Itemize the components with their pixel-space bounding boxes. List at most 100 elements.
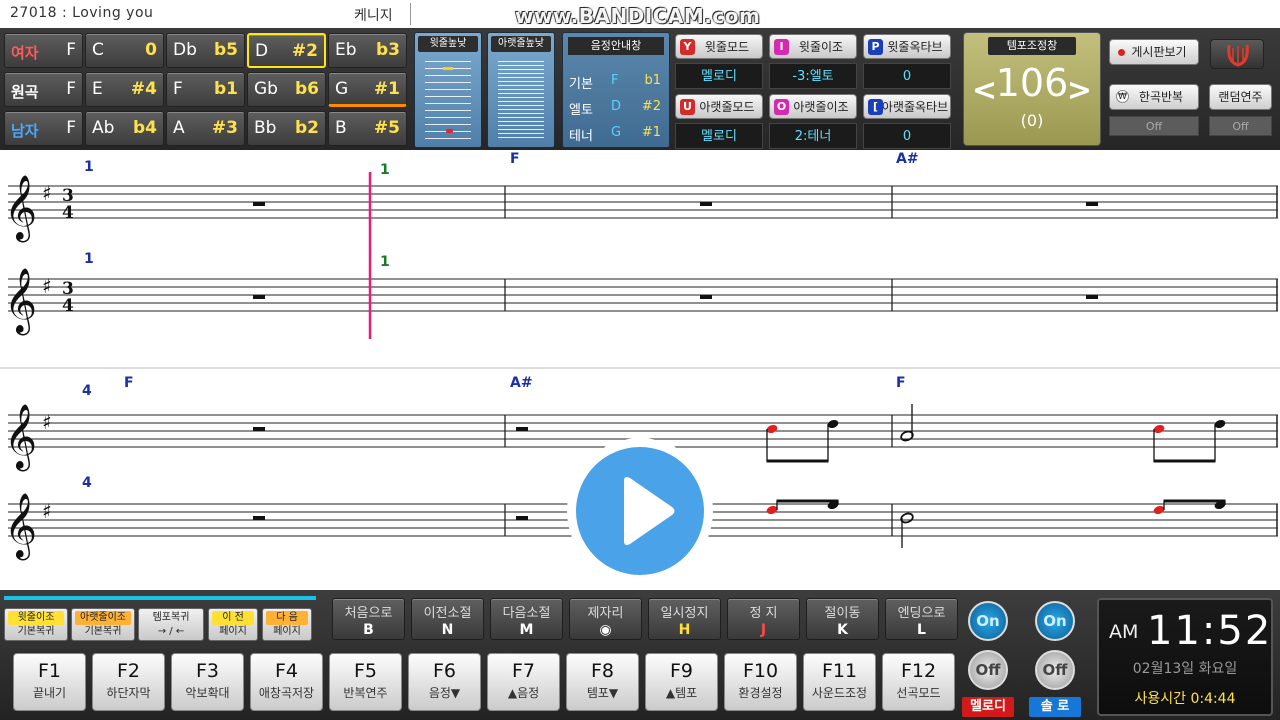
shortcut-key-icon: P bbox=[868, 39, 883, 55]
shortcut-button[interactable]: 윗줄이조 기본복귀 bbox=[4, 608, 68, 641]
function-key-f7[interactable]: F7 ▲음정 bbox=[487, 653, 560, 711]
function-key-label: 사운드조정 bbox=[811, 686, 868, 700]
whole-rest bbox=[253, 295, 265, 299]
upper-pitch-scope-title: 윗줄높낮 bbox=[418, 36, 478, 52]
key-button-a[interactable]: A #3 bbox=[166, 111, 245, 146]
function-key-f9[interactable]: F9 ▲템포 bbox=[645, 653, 718, 711]
key-row: 남자 F Ab b4 A #3 Bb b2 B #5 bbox=[4, 111, 410, 146]
function-key-f8[interactable]: F8 템포▼ bbox=[566, 653, 639, 711]
shortcut-button[interactable]: 이 전 페이지 bbox=[208, 608, 258, 641]
app-logo-icon[interactable] bbox=[1210, 39, 1264, 69]
function-key-f10[interactable]: F10 환경설정 bbox=[724, 653, 797, 711]
key-button-e[interactable]: E #4 bbox=[85, 72, 164, 107]
play-icon bbox=[624, 477, 675, 545]
function-key-name: F11 bbox=[821, 660, 858, 682]
key-range-label[interactable]: 원곡 F bbox=[4, 72, 83, 107]
key-button-eb[interactable]: Eb b3 bbox=[328, 33, 407, 68]
function-key-label: 음정▼ bbox=[428, 686, 461, 700]
function-key-name: F7 bbox=[511, 660, 536, 682]
function-key-label: 선곡모드 bbox=[896, 686, 941, 700]
nav-button[interactable]: 제자리 ◉ bbox=[569, 598, 642, 640]
melody-on-toggle[interactable]: On bbox=[968, 601, 1008, 641]
clock-time: 11:52 bbox=[1147, 608, 1273, 654]
key-button-db[interactable]: Db b5 bbox=[166, 33, 245, 68]
shortcut-button-top: 윗줄이조 bbox=[8, 611, 64, 625]
key-range-label[interactable]: 남자 F bbox=[4, 111, 83, 146]
nav-button[interactable]: 절이동 K bbox=[806, 598, 879, 640]
mode-button[interactable]: I 윗줄이조 bbox=[769, 34, 857, 59]
key-signature-sharp: ♯ bbox=[42, 181, 52, 205]
shortcut-button[interactable]: 템포복귀 → / ← bbox=[138, 608, 204, 641]
function-key-f2[interactable]: F2 하단자막 bbox=[92, 653, 165, 711]
treble-clef-icon: 𝄞 bbox=[4, 175, 37, 242]
mode-button[interactable]: O 아랫줄이조 bbox=[769, 94, 857, 119]
guide-row-tenor: 테너 G #1 bbox=[569, 125, 665, 144]
function-key-f4[interactable]: F4 애창곡저장 bbox=[250, 653, 323, 711]
mode-value: -3:엘토 bbox=[769, 63, 857, 89]
function-key-name: F3 bbox=[195, 660, 220, 682]
mode-value: 0 bbox=[863, 63, 951, 89]
key-button-d[interactable]: D #2 bbox=[247, 33, 326, 68]
nav-button-key: H bbox=[678, 622, 691, 638]
nav-button[interactable]: 정 지J bbox=[727, 598, 800, 640]
key-button-b[interactable]: B #5 bbox=[328, 111, 407, 146]
mode-button[interactable]: Y 윗줄모드 bbox=[675, 34, 763, 59]
solo-on-toggle[interactable]: On bbox=[1035, 601, 1075, 641]
nav-button[interactable]: 이전소절 N bbox=[411, 598, 484, 640]
nav-button[interactable]: 엔딩으로 L bbox=[885, 598, 958, 640]
key-button-c[interactable]: C0 bbox=[85, 33, 164, 68]
guide-row-label: 기본 bbox=[569, 77, 593, 92]
shortcut-button[interactable]: 다 음 페이지 bbox=[262, 608, 312, 641]
function-key-f11[interactable]: F11 사운드조정 bbox=[803, 653, 876, 711]
key-note: B bbox=[335, 118, 347, 138]
pitch-guide-panel: 음정안내창 기본 F b1 엘토 D #2 테너 G #1 bbox=[562, 32, 670, 148]
nav-button-key: M bbox=[519, 622, 534, 638]
lower-pitch-scope-title: 아랫줄높낮 bbox=[491, 36, 551, 52]
random-play-state: Off bbox=[1209, 116, 1272, 136]
key-accidental: b4 bbox=[133, 118, 157, 138]
mode-button-label: 윗줄모드 bbox=[704, 40, 750, 54]
shortcut-button[interactable]: 아랫줄이조 기본복귀 bbox=[71, 608, 135, 641]
video-play-overlay[interactable] bbox=[567, 438, 713, 584]
function-key-label: 애창곡저장 bbox=[258, 686, 315, 700]
key-button-ab[interactable]: Ab b4 bbox=[85, 111, 164, 146]
function-key-f5[interactable]: F5 반복연주 bbox=[329, 653, 402, 711]
solo-off-toggle[interactable]: Off bbox=[1035, 650, 1075, 690]
upper-pitch-staff bbox=[425, 61, 471, 139]
mode-value: 0 bbox=[863, 123, 951, 149]
key-range-label[interactable]: 여자 F bbox=[4, 33, 83, 68]
guide-row-label: 엘토 bbox=[569, 103, 593, 118]
function-key-label: 반복연주 bbox=[343, 686, 388, 700]
key-button-bb[interactable]: Bb b2 bbox=[247, 111, 326, 146]
measure-number: 1 bbox=[380, 162, 390, 178]
nav-button[interactable]: 처음으로 B bbox=[332, 598, 405, 640]
mode-button[interactable]: [아랫줄옥타브 bbox=[863, 94, 951, 119]
key-accidental: #2 bbox=[291, 41, 318, 61]
mode-button[interactable]: P 윗줄옥타브 bbox=[863, 34, 951, 59]
tempo-up-arrow[interactable]: > bbox=[1067, 73, 1092, 108]
whole-rest bbox=[253, 202, 265, 206]
function-key-f12[interactable]: F12 선곡모드 bbox=[882, 653, 955, 711]
function-key-f1[interactable]: F1 끝내기 bbox=[13, 653, 86, 711]
melody-off-toggle[interactable]: Off bbox=[968, 650, 1008, 690]
nav-button[interactable]: 일시정지 H bbox=[648, 598, 721, 640]
key-button-g[interactable]: G #1 bbox=[328, 72, 407, 107]
guide-row-acc: #1 bbox=[641, 125, 661, 140]
mode-button-label: 윗줄옥타브 bbox=[887, 40, 943, 54]
repeat-song-button[interactable]: ₩ 한곡반복 bbox=[1109, 84, 1199, 110]
key-button-gb[interactable]: Gb b6 bbox=[247, 72, 326, 107]
nav-button[interactable]: 다음소절 M bbox=[490, 598, 563, 640]
function-key-f6[interactable]: F6 음정▼ bbox=[408, 653, 481, 711]
whole-rest bbox=[253, 516, 265, 520]
app-window: 27018 : Loving you 케니지 www.BANDICAM.com … bbox=[0, 0, 1280, 720]
music-score: 𝄞 ♯ 𝄞 ♯ 3 4 3 4 1 1 F A# 1 1 𝄞 ♯ 𝄞 ♯ 4 F A# F 4 bbox=[0, 150, 1280, 590]
key-button-f[interactable]: Fb1 bbox=[166, 72, 245, 107]
key-accidental: b6 bbox=[295, 79, 319, 99]
mode-button[interactable]: U 아랫줄모드 bbox=[675, 94, 763, 119]
upper-pitch-scope: 윗줄높낮 bbox=[414, 32, 482, 148]
mode-value: 멜로디 bbox=[675, 123, 763, 149]
board-view-button[interactable]: 게시판보기 bbox=[1109, 39, 1199, 65]
shortcut-key-icon: U bbox=[680, 99, 695, 115]
function-key-f3[interactable]: F3 악보확대 bbox=[171, 653, 244, 711]
random-play-button[interactable]: 랜덤연주 bbox=[1209, 84, 1272, 110]
